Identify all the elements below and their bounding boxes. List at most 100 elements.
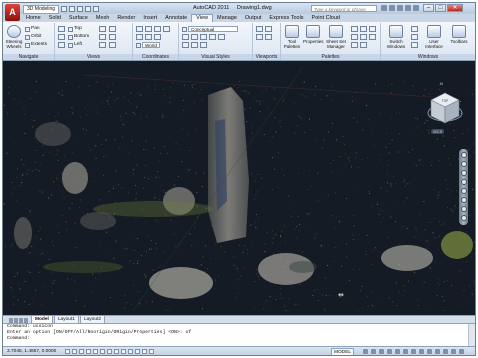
polar-icon[interactable] xyxy=(86,349,91,354)
tab-render[interactable]: Render xyxy=(113,14,139,22)
tool-palettes-button[interactable]: Tool Palettes xyxy=(282,25,302,49)
layer-icon[interactable] xyxy=(351,42,358,48)
opacity-icon[interactable] xyxy=(182,42,189,48)
right-view-icon[interactable] xyxy=(99,42,106,48)
tile-vertical-icon[interactable] xyxy=(411,34,418,40)
cascade-icon[interactable] xyxy=(411,42,418,48)
steering-wheel-status-icon[interactable] xyxy=(395,349,400,354)
quick-view-layouts-icon[interactable] xyxy=(363,349,368,354)
design-center-icon[interactable] xyxy=(351,26,358,32)
ucs-view-icon[interactable] xyxy=(145,34,152,40)
minimize-button[interactable]: – xyxy=(423,4,434,12)
dyn-icon[interactable] xyxy=(121,349,126,354)
sw-iso-icon[interactable] xyxy=(109,26,116,32)
pan-nav-icon[interactable] xyxy=(460,161,467,167)
ucs-object-icon[interactable] xyxy=(154,34,161,40)
save-icon[interactable] xyxy=(77,6,84,12)
coordinate-readout[interactable]: 3.7045, 1.4657, 0.0000 xyxy=(7,348,56,355)
join-viewports-icon[interactable] xyxy=(256,34,263,40)
ucs-world-select[interactable]: World xyxy=(136,42,160,48)
named-views-icon[interactable] xyxy=(58,34,65,40)
extents-button[interactable]: Extents xyxy=(25,42,47,48)
xray-icon[interactable] xyxy=(182,34,189,40)
open-icon[interactable] xyxy=(69,6,76,12)
quickcalc-icon[interactable] xyxy=(369,26,376,32)
last-layout-arrow-icon[interactable] xyxy=(24,317,28,323)
tpy-icon[interactable] xyxy=(135,349,140,354)
facet-icon[interactable] xyxy=(209,34,216,40)
toolbar-lock-icon[interactable] xyxy=(435,349,440,354)
clean-screen-icon[interactable] xyxy=(459,349,464,354)
hardware-acceleration-icon[interactable] xyxy=(443,349,448,354)
back-view-icon[interactable] xyxy=(99,34,106,40)
first-layout-arrow-icon[interactable] xyxy=(9,317,13,323)
ucs-y-icon[interactable] xyxy=(154,26,161,32)
tile-horizontal-icon[interactable] xyxy=(411,26,418,32)
tab-annotate[interactable]: Annotate xyxy=(161,14,191,22)
command-prompt[interactable]: Command: xyxy=(7,336,475,342)
osnap-icon[interactable] xyxy=(93,349,98,354)
restore-button[interactable]: □ xyxy=(435,4,446,12)
tab-home[interactable]: Home xyxy=(22,14,45,22)
tab-point-cloud[interactable]: Point Cloud xyxy=(308,14,344,22)
pan-button[interactable]: Pan xyxy=(25,26,40,32)
tab-express-tools[interactable]: Express Tools xyxy=(265,14,307,22)
showmotion-status-icon[interactable] xyxy=(403,349,408,354)
walk-icon[interactable] xyxy=(460,197,467,203)
front-view-icon[interactable] xyxy=(99,26,106,32)
search-icon[interactable] xyxy=(381,5,387,11)
user-interface-button[interactable]: User Interface xyxy=(423,25,445,49)
ucs-icon[interactable] xyxy=(136,26,143,32)
ortho-icon[interactable] xyxy=(79,349,84,354)
color-icon[interactable] xyxy=(218,34,225,40)
sheet-icon[interactable] xyxy=(360,34,367,40)
next-layout-arrow-icon[interactable] xyxy=(19,317,23,323)
materials-icon[interactable] xyxy=(200,42,207,48)
3dosnap-icon[interactable] xyxy=(100,349,105,354)
ucs-face-icon[interactable] xyxy=(136,34,143,40)
ucs-z-icon[interactable] xyxy=(163,26,170,32)
ucs-x-icon[interactable] xyxy=(145,26,152,32)
otrack-icon[interactable] xyxy=(107,349,112,354)
view-left-button[interactable]: Left xyxy=(68,42,82,48)
tab-insert[interactable]: Insert xyxy=(139,14,161,22)
zoom-nav-icon[interactable] xyxy=(460,170,467,176)
navbar-menu-icon[interactable] xyxy=(460,215,467,221)
view-bottom-button[interactable]: Bottom xyxy=(68,34,89,40)
showmotion-icon[interactable] xyxy=(460,188,467,194)
markup-icon[interactable] xyxy=(360,26,367,32)
toolbars-button[interactable]: Toolbars xyxy=(448,25,470,44)
close-button[interactable]: ✕ xyxy=(447,4,463,12)
command-line-icon[interactable] xyxy=(351,34,358,40)
tab-view[interactable]: View xyxy=(191,14,213,22)
workspace-switching-icon[interactable] xyxy=(427,349,432,354)
grid-icon[interactable] xyxy=(72,349,77,354)
full-navigation-wheel-icon[interactable] xyxy=(460,152,467,158)
tab-manage[interactable]: Manage xyxy=(213,14,241,22)
ne-iso-icon[interactable] xyxy=(109,42,116,48)
switch-windows-button[interactable]: Switch Windows xyxy=(385,25,407,49)
lighting-icon[interactable] xyxy=(191,42,198,48)
redo-icon[interactable] xyxy=(93,6,100,12)
edges-icon[interactable] xyxy=(200,34,207,40)
view-top-button[interactable]: Top xyxy=(68,26,82,32)
se-iso-icon[interactable] xyxy=(109,34,116,40)
viewport-config-icon[interactable] xyxy=(256,26,263,32)
look-icon[interactable] xyxy=(460,206,467,212)
properties-button[interactable]: Properties xyxy=(303,25,324,44)
shadows-icon[interactable] xyxy=(191,34,198,40)
tab-surface[interactable]: Surface xyxy=(65,14,92,22)
sheet-set-manager-button[interactable]: Sheet Set Manager xyxy=(325,25,347,49)
drawing-viewport[interactable]: N TOP WCS ⇹ xyxy=(3,61,475,315)
undo-icon[interactable] xyxy=(85,6,92,12)
tab-output[interactable]: Output xyxy=(241,14,266,22)
application-menu-button[interactable]: A xyxy=(5,4,20,21)
snap-icon[interactable] xyxy=(65,349,70,354)
annotation-visibility-icon[interactable] xyxy=(419,349,424,354)
pan-status-icon[interactable] xyxy=(379,349,384,354)
restore-viewports-icon[interactable] xyxy=(265,34,272,40)
command-line[interactable]: Command: ucsicon Enter an option [ON/OFF… xyxy=(3,323,475,347)
tab-solid[interactable]: Solid xyxy=(45,14,65,22)
tab-mesh[interactable]: Mesh xyxy=(92,14,113,22)
orbit-button[interactable]: Orbit xyxy=(25,34,41,40)
